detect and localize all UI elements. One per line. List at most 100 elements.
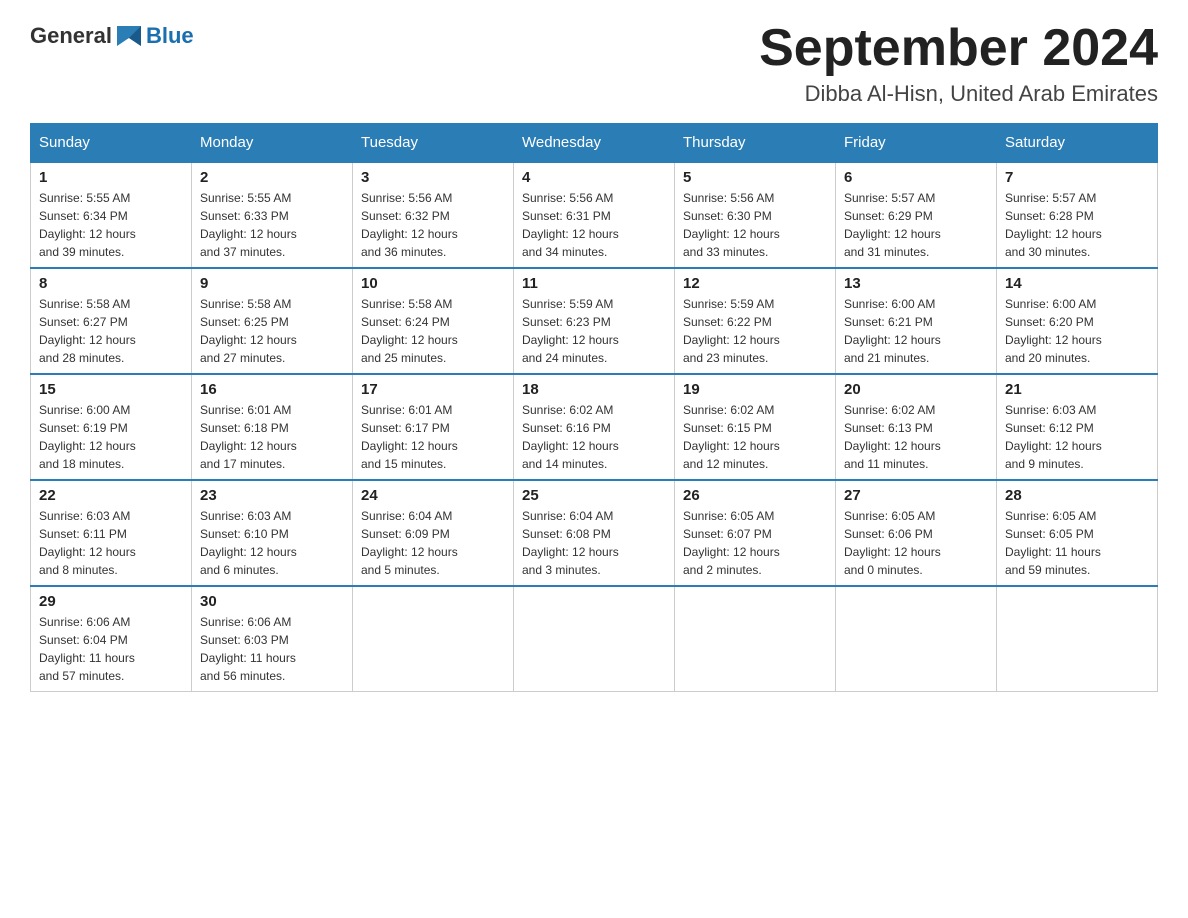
title-area: September 2024 Dibba Al-Hisn, United Ara… [759,20,1158,107]
day-detail: Sunrise: 6:00 AMSunset: 6:20 PMDaylight:… [1005,295,1149,367]
calendar-day-cell: 22Sunrise: 6:03 AMSunset: 6:11 PMDayligh… [31,480,192,586]
location-subtitle: Dibba Al-Hisn, United Arab Emirates [759,81,1158,107]
calendar-day-cell: 18 Sunrise: 6:02 AMSunset: 6:16 PMDayligh… [514,374,675,480]
calendar-day-cell [997,586,1158,692]
calendar-day-cell: 20Sunrise: 6:02 AMSunset: 6:13 PMDayligh… [836,374,997,480]
day-number: 29 [39,593,183,610]
calendar-day-cell: 9 Sunrise: 5:58 AMSunset: 6:25 PMDaylight… [192,268,353,374]
calendar-day-cell: 12Sunrise: 5:59 AMSunset: 6:22 PMDayligh… [675,268,836,374]
calendar-day-cell: 26 Sunrise: 6:05 AMSunset: 6:07 PMDayligh… [675,480,836,586]
calendar-day-cell: 3 Sunrise: 5:56 AMSunset: 6:32 PMDaylight… [353,162,514,268]
calendar-day-cell [836,586,997,692]
calendar-day-cell: 8Sunrise: 5:58 AMSunset: 6:27 PMDaylight… [31,268,192,374]
day-number: 26 [683,487,827,504]
day-detail: Sunrise: 6:05 AMSunset: 6:07 PMDaylight:… [683,507,827,579]
column-header-monday: Monday [192,124,353,163]
day-number: 24 [361,487,505,504]
calendar-day-cell: 14 Sunrise: 6:00 AMSunset: 6:20 PMDayligh… [997,268,1158,374]
day-detail: Sunrise: 6:01 AMSunset: 6:18 PMDaylight:… [200,401,344,473]
calendar-day-cell: 30 Sunrise: 6:06 AMSunset: 6:03 PMDayligh… [192,586,353,692]
day-detail: Sunrise: 5:57 AMSunset: 6:28 PMDaylight:… [1005,189,1149,261]
calendar-header-row: SundayMondayTuesdayWednesdayThursdayFrid… [31,124,1158,163]
day-number: 20 [844,381,988,398]
calendar-week-row: 1 Sunrise: 5:55 AMSunset: 6:34 PMDaylight… [31,162,1158,268]
month-title: September 2024 [759,20,1158,77]
day-detail: Sunrise: 5:57 AMSunset: 6:29 PMDaylight:… [844,189,988,261]
calendar-day-cell: 10 Sunrise: 5:58 AMSunset: 6:24 PMDayligh… [353,268,514,374]
day-number: 11 [522,275,666,292]
day-number: 16 [200,381,344,398]
calendar-day-cell: 11 Sunrise: 5:59 AMSunset: 6:23 PMDayligh… [514,268,675,374]
day-number: 19 [683,381,827,398]
day-detail: Sunrise: 6:04 AMSunset: 6:08 PMDaylight:… [522,507,666,579]
day-detail: Sunrise: 5:59 AMSunset: 6:22 PMDaylight:… [683,295,827,367]
day-number: 4 [522,169,666,186]
day-detail: Sunrise: 6:00 AMSunset: 6:21 PMDaylight:… [844,295,988,367]
calendar-day-cell: 19 Sunrise: 6:02 AMSunset: 6:15 PMDayligh… [675,374,836,480]
day-number: 3 [361,169,505,186]
calendar-day-cell: 7 Sunrise: 5:57 AMSunset: 6:28 PMDaylight… [997,162,1158,268]
day-detail: Sunrise: 5:56 AMSunset: 6:30 PMDaylight:… [683,189,827,261]
day-detail: Sunrise: 5:58 AMSunset: 6:25 PMDaylight:… [200,295,344,367]
day-detail: Sunrise: 5:56 AMSunset: 6:31 PMDaylight:… [522,189,666,261]
day-detail: Sunrise: 6:02 AMSunset: 6:15 PMDaylight:… [683,401,827,473]
calendar-day-cell: 2 Sunrise: 5:55 AMSunset: 6:33 PMDaylight… [192,162,353,268]
logo-general-text: General [30,23,112,49]
day-detail: Sunrise: 5:59 AMSunset: 6:23 PMDaylight:… [522,295,666,367]
calendar-day-cell [514,586,675,692]
day-number: 2 [200,169,344,186]
logo: General Blue [30,20,194,52]
day-detail: Sunrise: 6:03 AMSunset: 6:11 PMDaylight:… [39,507,183,579]
day-number: 28 [1005,487,1149,504]
day-detail: Sunrise: 5:56 AMSunset: 6:32 PMDaylight:… [361,189,505,261]
day-number: 21 [1005,381,1149,398]
day-detail: Sunrise: 6:03 AMSunset: 6:10 PMDaylight:… [200,507,344,579]
calendar-day-cell: 17Sunrise: 6:01 AMSunset: 6:17 PMDayligh… [353,374,514,480]
column-header-tuesday: Tuesday [353,124,514,163]
day-number: 10 [361,275,505,292]
day-detail: Sunrise: 5:55 AMSunset: 6:34 PMDaylight:… [39,189,183,261]
day-detail: Sunrise: 5:58 AMSunset: 6:24 PMDaylight:… [361,295,505,367]
calendar-day-cell: 4 Sunrise: 5:56 AMSunset: 6:31 PMDaylight… [514,162,675,268]
day-detail: Sunrise: 6:03 AMSunset: 6:12 PMDaylight:… [1005,401,1149,473]
day-detail: Sunrise: 6:05 AMSunset: 6:05 PMDaylight:… [1005,507,1149,579]
column-header-thursday: Thursday [675,124,836,163]
logo-icon [113,20,145,52]
day-number: 8 [39,275,183,292]
day-detail: Sunrise: 6:06 AMSunset: 6:03 PMDaylight:… [200,613,344,685]
day-detail: Sunrise: 6:00 AMSunset: 6:19 PMDaylight:… [39,401,183,473]
calendar-day-cell: 24 Sunrise: 6:04 AMSunset: 6:09 PMDayligh… [353,480,514,586]
day-detail: Sunrise: 6:02 AMSunset: 6:16 PMDaylight:… [522,401,666,473]
day-detail: Sunrise: 6:01 AMSunset: 6:17 PMDaylight:… [361,401,505,473]
calendar-day-cell: 27Sunrise: 6:05 AMSunset: 6:06 PMDayligh… [836,480,997,586]
day-number: 14 [1005,275,1149,292]
calendar-day-cell: 29Sunrise: 6:06 AMSunset: 6:04 PMDayligh… [31,586,192,692]
day-number: 1 [39,169,183,186]
page-header: General Blue September 2024 Dibba Al-His… [30,20,1158,107]
day-number: 6 [844,169,988,186]
calendar-day-cell: 1 Sunrise: 5:55 AMSunset: 6:34 PMDaylight… [31,162,192,268]
day-number: 15 [39,381,183,398]
column-header-saturday: Saturday [997,124,1158,163]
calendar-day-cell: 25 Sunrise: 6:04 AMSunset: 6:08 PMDayligh… [514,480,675,586]
calendar-week-row: 8Sunrise: 5:58 AMSunset: 6:27 PMDaylight… [31,268,1158,374]
calendar-day-cell [675,586,836,692]
calendar-week-row: 15 Sunrise: 6:00 AMSunset: 6:19 PMDayligh… [31,374,1158,480]
calendar-day-cell: 23Sunrise: 6:03 AMSunset: 6:10 PMDayligh… [192,480,353,586]
day-detail: Sunrise: 6:04 AMSunset: 6:09 PMDaylight:… [361,507,505,579]
calendar-day-cell: 15 Sunrise: 6:00 AMSunset: 6:19 PMDayligh… [31,374,192,480]
day-number: 18 [522,381,666,398]
column-header-sunday: Sunday [31,124,192,163]
day-number: 30 [200,593,344,610]
day-number: 9 [200,275,344,292]
day-number: 25 [522,487,666,504]
day-number: 27 [844,487,988,504]
calendar-table: SundayMondayTuesdayWednesdayThursdayFrid… [30,123,1158,692]
calendar-week-row: 29Sunrise: 6:06 AMSunset: 6:04 PMDayligh… [31,586,1158,692]
column-header-friday: Friday [836,124,997,163]
calendar-day-cell: 13 Sunrise: 6:00 AMSunset: 6:21 PMDayligh… [836,268,997,374]
day-detail: Sunrise: 5:55 AMSunset: 6:33 PMDaylight:… [200,189,344,261]
day-number: 13 [844,275,988,292]
day-number: 7 [1005,169,1149,186]
calendar-week-row: 22Sunrise: 6:03 AMSunset: 6:11 PMDayligh… [31,480,1158,586]
